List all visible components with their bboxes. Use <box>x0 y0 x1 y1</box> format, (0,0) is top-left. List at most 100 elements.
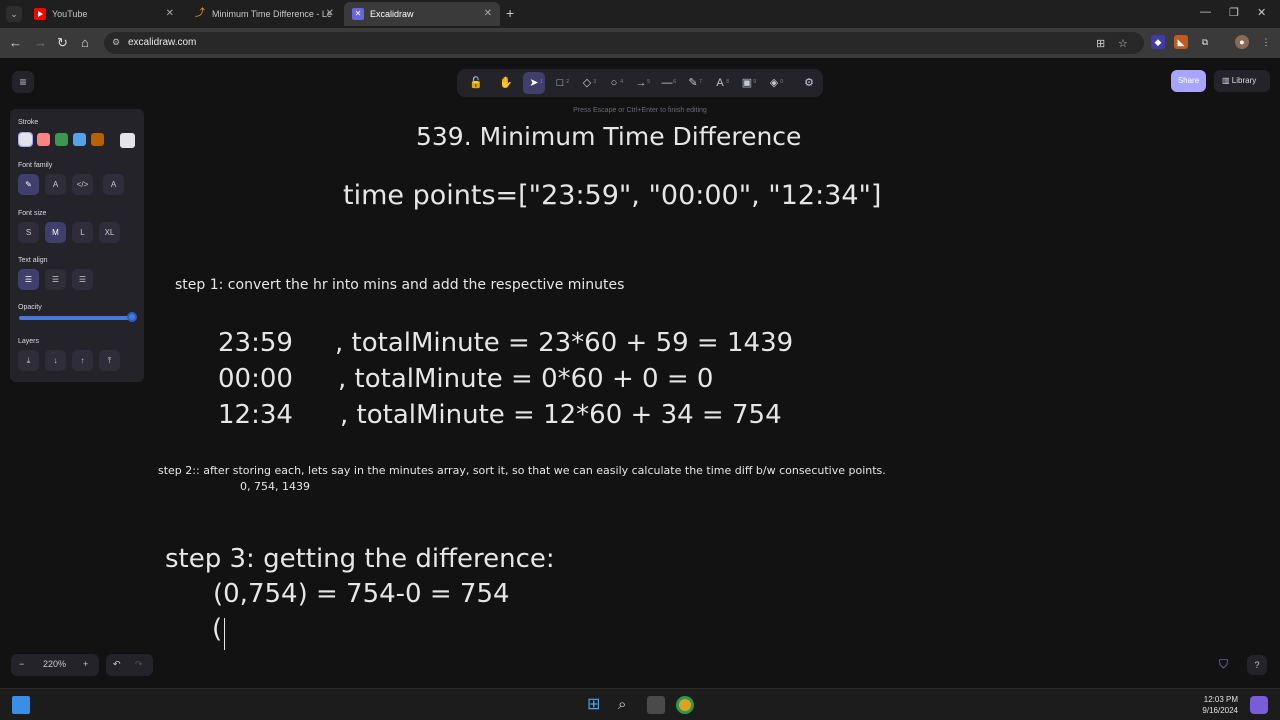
row-calc[interactable]: , totalMinute = 0*60 + 0 = 0 <box>338 364 713 394</box>
tab-leetcode[interactable]: ⤴ Minimum Time Difference - Le ✕ <box>186 2 342 26</box>
send-backward-icon[interactable]: ↓ <box>45 350 66 371</box>
widgets-icon[interactable] <box>12 696 30 714</box>
install-app-icon[interactable]: ⊞ <box>1096 37 1105 50</box>
metamask-icon[interactable]: ◣ <box>1174 35 1188 49</box>
task-view-icon[interactable] <box>647 696 665 714</box>
zoom-in-button[interactable]: + <box>83 659 88 669</box>
ellipse-icon[interactable]: ○ 4 <box>603 72 625 94</box>
stroke-color-white[interactable] <box>18 132 33 147</box>
align-left-icon[interactable]: ☰ <box>18 269 39 290</box>
share-button[interactable]: Share <box>1171 70 1206 92</box>
extension-icon[interactable]: ◆ <box>1151 35 1165 49</box>
step2-text[interactable]: step 2:: after storing each, lets say in… <box>158 464 886 477</box>
opacity-slider[interactable] <box>19 316 135 320</box>
search-icon[interactable]: ⌕ <box>618 696 636 714</box>
diff2-text-editing[interactable]: ( <box>212 614 222 644</box>
pencil-icon[interactable]: ✎ 7 <box>682 72 704 94</box>
forward-icon[interactable]: → <box>34 35 47 50</box>
drawing-title[interactable]: 539. Minimum Time Difference <box>416 122 801 151</box>
tool-shortcut-key: 5 <box>647 79 650 85</box>
copilot-icon[interactable] <box>1250 696 1268 714</box>
bookmark-star-icon[interactable]: ☆ <box>1118 37 1128 50</box>
reload-icon[interactable]: ↻ <box>57 35 68 51</box>
selection-icon[interactable]: ➤ 1 <box>523 72 545 94</box>
row-calc[interactable]: , totalMinute = 23*60 + 59 = 1439 <box>335 328 793 358</box>
close-icon[interactable]: ✕ <box>166 2 174 26</box>
stroke-color-blue[interactable] <box>73 133 86 146</box>
new-tab-button[interactable]: + <box>506 5 514 21</box>
help-icon[interactable]: ? <box>1247 655 1267 675</box>
row-calc[interactable]: , totalMinute = 12*60 + 34 = 754 <box>340 400 782 430</box>
more-menu-icon[interactable]: ⋮ <box>1259 35 1273 49</box>
send-to-back-icon[interactable]: ⤓ <box>18 350 39 371</box>
close-icon[interactable]: ✕ <box>326 2 334 26</box>
home-icon[interactable]: ⌂ <box>81 35 89 50</box>
zoom-level[interactable]: 220% <box>43 659 66 669</box>
url-text: excalidraw.com <box>128 37 197 48</box>
font-handwritten-icon[interactable]: ✎ <box>18 174 39 195</box>
site-info-icon[interactable]: ⚙ <box>112 37 120 48</box>
eraser-icon[interactable]: ◈ 0 <box>763 72 785 94</box>
font-normal-icon[interactable]: A <box>45 174 66 195</box>
stroke-color-green[interactable] <box>55 133 68 146</box>
diff1-text[interactable]: (0,754) = 754-0 = 754 <box>213 579 510 609</box>
rectangle-icon[interactable]: □ 2 <box>549 72 571 94</box>
stroke-color-red[interactable] <box>37 133 50 146</box>
line-icon[interactable]: —6 <box>656 72 678 94</box>
arrow-icon[interactable]: → 5 <box>630 72 652 94</box>
chevron-down-icon[interactable]: ⌄ <box>6 6 22 22</box>
diamond-icon[interactable]: ◇ 3 <box>576 72 598 94</box>
youtube-icon <box>34 8 46 20</box>
font-size-m[interactable]: M <box>45 222 66 243</box>
lock-icon[interactable]: 🔓 <box>465 72 487 94</box>
bring-forward-icon[interactable]: ↑ <box>72 350 93 371</box>
row-time[interactable]: 23:59 <box>218 328 293 358</box>
close-icon[interactable]: ✕ <box>484 2 492 26</box>
timepoints-text[interactable]: time points=["23:59", "00:00", "12:34"] <box>343 180 881 211</box>
shield-icon[interactable]: ⛉ <box>1219 657 1228 672</box>
system-clock[interactable]: 12:03 PM 9/16/2024 <box>1202 694 1238 716</box>
chrome-icon[interactable] <box>676 696 694 714</box>
font-size-xl[interactable]: XL <box>99 222 120 243</box>
close-window-icon[interactable]: ✕ <box>1257 6 1266 19</box>
redo-icon[interactable]: ↷ <box>135 659 143 670</box>
hand-icon[interactable]: ✋ <box>495 72 517 94</box>
undo-icon[interactable]: ↶ <box>113 659 121 670</box>
library-button[interactable]: ▥ Library <box>1214 70 1270 92</box>
extensions-puzzle-icon[interactable]: ⧉ <box>1198 35 1212 49</box>
zoom-out-button[interactable]: − <box>19 659 24 669</box>
start-icon[interactable]: ⊞ <box>587 696 605 714</box>
back-icon[interactable]: ← <box>9 35 22 50</box>
more-tools-icon[interactable]: ⚙ <box>798 72 820 94</box>
tab-title: YouTube <box>52 9 88 19</box>
arrow-icon-glyph: → <box>635 77 647 89</box>
font-more-icon[interactable]: A <box>103 174 124 195</box>
step3-text[interactable]: step 3: getting the difference: <box>165 544 555 574</box>
custom-stroke-color[interactable] <box>120 133 135 148</box>
text-icon[interactable]: A8 <box>709 72 731 94</box>
image-icon[interactable]: ▣ 9 <box>736 72 758 94</box>
row-time[interactable]: 12:34 <box>218 400 293 430</box>
sorted-array-text[interactable]: 0, 754, 1439 <box>240 480 310 493</box>
opacity-slider-handle[interactable] <box>127 312 137 322</box>
excalidraw-canvas[interactable]: ≡ 🔓 ✋ ➤ 1 □ 2 ◇ 3 ○ 4 → 5—6 ✎ 7 A 8 ▣ 9 ◈ 0 ⚙ Press Escape o… <box>0 58 1280 688</box>
align-center-icon[interactable]: ☰ <box>45 269 66 290</box>
bring-to-front-icon[interactable]: ⤒ <box>99 350 120 371</box>
url-field[interactable]: ⚙ excalidraw.com ⊞ ☆ <box>104 32 1144 54</box>
excalidraw-icon: ✕ <box>352 8 364 20</box>
row-time[interactable]: 00:00 <box>218 364 293 394</box>
minimize-icon[interactable]: — <box>1200 6 1211 18</box>
font-code-icon[interactable]: </> <box>72 174 93 195</box>
lock-icon-glyph: 🔓 <box>469 77 483 89</box>
tab-excalidraw[interactable]: ✕ Excalidraw ✕ <box>344 2 500 26</box>
main-menu-icon[interactable]: ≡ <box>12 71 34 93</box>
stroke-color-orange[interactable] <box>91 133 104 146</box>
font-size-l[interactable]: L <box>72 222 93 243</box>
step1-text[interactable]: step 1: convert the hr into mins and add… <box>175 277 624 293</box>
tab-youtube[interactable]: YouTube ✕ <box>26 2 182 26</box>
restore-icon[interactable]: ❐ <box>1229 6 1239 19</box>
font-size-s[interactable]: S <box>18 222 39 243</box>
editing-hint: Press Escape or Ctrl+Enter to finish edi… <box>573 107 707 114</box>
align-right-icon[interactable]: ☰ <box>72 269 93 290</box>
profile-avatar[interactable]: ● <box>1235 35 1249 49</box>
